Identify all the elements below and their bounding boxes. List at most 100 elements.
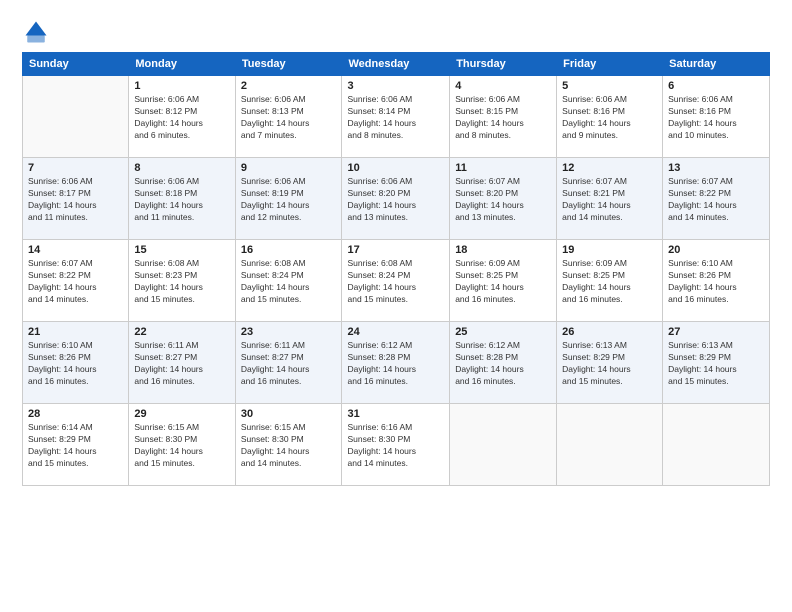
day-number: 22 <box>134 326 229 338</box>
day-info: Sunrise: 6:06 AM Sunset: 8:20 PM Dayligh… <box>347 176 444 224</box>
header <box>22 18 770 46</box>
calendar-cell: 24 Sunrise: 6:12 AM Sunset: 8:28 PM Dayli… <box>342 322 450 404</box>
day-info: Sunrise: 6:11 AM Sunset: 8:27 PM Dayligh… <box>134 340 229 388</box>
day-info: Sunrise: 6:12 AM Sunset: 8:28 PM Dayligh… <box>347 340 444 388</box>
day-info: Sunrise: 6:06 AM Sunset: 8:18 PM Dayligh… <box>134 176 229 224</box>
calendar-cell: 2 Sunrise: 6:06 AM Sunset: 8:13 PM Daylig… <box>235 76 342 158</box>
day-info: Sunrise: 6:11 AM Sunset: 8:27 PM Dayligh… <box>241 340 337 388</box>
day-number: 10 <box>347 162 444 174</box>
calendar-cell: 22 Sunrise: 6:11 AM Sunset: 8:27 PM Dayli… <box>129 322 235 404</box>
calendar-weekday-friday: Friday <box>557 53 663 76</box>
day-info: Sunrise: 6:06 AM Sunset: 8:14 PM Dayligh… <box>347 94 444 142</box>
day-number: 11 <box>455 162 551 174</box>
day-number: 30 <box>241 408 337 420</box>
day-number: 16 <box>241 244 337 256</box>
calendar-header-row: SundayMondayTuesdayWednesdayThursdayFrid… <box>23 53 770 76</box>
day-info: Sunrise: 6:06 AM Sunset: 8:19 PM Dayligh… <box>241 176 337 224</box>
day-number: 17 <box>347 244 444 256</box>
calendar-cell <box>663 404 770 486</box>
day-info: Sunrise: 6:13 AM Sunset: 8:29 PM Dayligh… <box>668 340 764 388</box>
day-info: Sunrise: 6:07 AM Sunset: 8:20 PM Dayligh… <box>455 176 551 224</box>
calendar-cell: 4Sunrise: 6:06 AM Sunset: 8:15 PM Daylig… <box>450 76 557 158</box>
day-number: 14 <box>28 244 123 256</box>
calendar-weekday-thursday: Thursday <box>450 53 557 76</box>
day-number: 26 <box>562 326 657 338</box>
day-info: Sunrise: 6:07 AM Sunset: 8:22 PM Dayligh… <box>28 258 123 306</box>
day-info: Sunrise: 6:06 AM Sunset: 8:12 PM Dayligh… <box>134 94 229 142</box>
day-info: Sunrise: 6:06 AM Sunset: 8:13 PM Dayligh… <box>241 94 337 142</box>
day-info: Sunrise: 6:13 AM Sunset: 8:29 PM Dayligh… <box>562 340 657 388</box>
day-info: Sunrise: 6:06 AM Sunset: 8:16 PM Dayligh… <box>668 94 764 142</box>
day-info: Sunrise: 6:09 AM Sunset: 8:25 PM Dayligh… <box>455 258 551 306</box>
calendar-cell <box>557 404 663 486</box>
calendar-cell: 9 Sunrise: 6:06 AM Sunset: 8:19 PM Daylig… <box>235 158 342 240</box>
calendar-week-row: 28Sunrise: 6:14 AM Sunset: 8:29 PM Dayli… <box>23 404 770 486</box>
calendar-cell: 19 Sunrise: 6:09 AM Sunset: 8:25 PM Dayli… <box>557 240 663 322</box>
day-number: 27 <box>668 326 764 338</box>
day-number: 18 <box>455 244 551 256</box>
calendar-cell <box>23 76 129 158</box>
day-number: 6 <box>668 80 764 92</box>
day-number: 2 <box>241 80 337 92</box>
day-number: 21 <box>28 326 123 338</box>
calendar-cell: 23 Sunrise: 6:11 AM Sunset: 8:27 PM Dayli… <box>235 322 342 404</box>
calendar-weekday-tuesday: Tuesday <box>235 53 342 76</box>
day-number: 15 <box>134 244 229 256</box>
day-number: 19 <box>562 244 657 256</box>
calendar-week-row: 7 Sunrise: 6:06 AM Sunset: 8:17 PM Daylig… <box>23 158 770 240</box>
day-number: 9 <box>241 162 337 174</box>
day-info: Sunrise: 6:09 AM Sunset: 8:25 PM Dayligh… <box>562 258 657 306</box>
calendar-weekday-saturday: Saturday <box>663 53 770 76</box>
day-number: 29 <box>134 408 229 420</box>
calendar-weekday-monday: Monday <box>129 53 235 76</box>
day-number: 12 <box>562 162 657 174</box>
calendar-cell: 10 Sunrise: 6:06 AM Sunset: 8:20 PM Dayli… <box>342 158 450 240</box>
day-info: Sunrise: 6:06 AM Sunset: 8:17 PM Dayligh… <box>28 176 123 224</box>
day-info: Sunrise: 6:10 AM Sunset: 8:26 PM Dayligh… <box>668 258 764 306</box>
calendar-cell: 25Sunrise: 6:12 AM Sunset: 8:28 PM Dayli… <box>450 322 557 404</box>
calendar-cell: 27 Sunrise: 6:13 AM Sunset: 8:29 PM Dayli… <box>663 322 770 404</box>
day-info: Sunrise: 6:10 AM Sunset: 8:26 PM Dayligh… <box>28 340 123 388</box>
day-number: 3 <box>347 80 444 92</box>
day-info: Sunrise: 6:06 AM Sunset: 8:16 PM Dayligh… <box>562 94 657 142</box>
day-number: 8 <box>134 162 229 174</box>
day-info: Sunrise: 6:07 AM Sunset: 8:22 PM Dayligh… <box>668 176 764 224</box>
calendar-cell: 12Sunrise: 6:07 AM Sunset: 8:21 PM Dayli… <box>557 158 663 240</box>
calendar-week-row: 1 Sunrise: 6:06 AM Sunset: 8:12 PM Daylig… <box>23 76 770 158</box>
calendar-cell: 7 Sunrise: 6:06 AM Sunset: 8:17 PM Daylig… <box>23 158 129 240</box>
day-number: 31 <box>347 408 444 420</box>
day-info: Sunrise: 6:08 AM Sunset: 8:24 PM Dayligh… <box>241 258 337 306</box>
calendar-cell: 11 Sunrise: 6:07 AM Sunset: 8:20 PM Dayli… <box>450 158 557 240</box>
calendar-week-row: 14 Sunrise: 6:07 AM Sunset: 8:22 PM Dayli… <box>23 240 770 322</box>
calendar-cell: 28Sunrise: 6:14 AM Sunset: 8:29 PM Dayli… <box>23 404 129 486</box>
logo <box>22 18 54 46</box>
calendar-cell: 16 Sunrise: 6:08 AM Sunset: 8:24 PM Dayli… <box>235 240 342 322</box>
calendar-cell: 17Sunrise: 6:08 AM Sunset: 8:24 PM Dayli… <box>342 240 450 322</box>
day-number: 25 <box>455 326 551 338</box>
calendar-cell: 30 Sunrise: 6:15 AM Sunset: 8:30 PM Dayli… <box>235 404 342 486</box>
day-info: Sunrise: 6:16 AM Sunset: 8:30 PM Dayligh… <box>347 422 444 470</box>
day-number: 7 <box>28 162 123 174</box>
calendar-cell: 13 Sunrise: 6:07 AM Sunset: 8:22 PM Dayli… <box>663 158 770 240</box>
calendar-cell: 29 Sunrise: 6:15 AM Sunset: 8:30 PM Dayli… <box>129 404 235 486</box>
calendar-cell: 18 Sunrise: 6:09 AM Sunset: 8:25 PM Dayli… <box>450 240 557 322</box>
day-number: 13 <box>668 162 764 174</box>
day-info: Sunrise: 6:15 AM Sunset: 8:30 PM Dayligh… <box>134 422 229 470</box>
day-number: 24 <box>347 326 444 338</box>
calendar-weekday-wednesday: Wednesday <box>342 53 450 76</box>
day-info: Sunrise: 6:06 AM Sunset: 8:15 PM Dayligh… <box>455 94 551 142</box>
calendar-cell: 14 Sunrise: 6:07 AM Sunset: 8:22 PM Dayli… <box>23 240 129 322</box>
day-info: Sunrise: 6:15 AM Sunset: 8:30 PM Dayligh… <box>241 422 337 470</box>
calendar-cell <box>450 404 557 486</box>
calendar-cell: 21 Sunrise: 6:10 AM Sunset: 8:26 PM Dayli… <box>23 322 129 404</box>
calendar-cell: 6 Sunrise: 6:06 AM Sunset: 8:16 PM Daylig… <box>663 76 770 158</box>
calendar-cell: 3 Sunrise: 6:06 AM Sunset: 8:14 PM Daylig… <box>342 76 450 158</box>
day-number: 23 <box>241 326 337 338</box>
day-info: Sunrise: 6:08 AM Sunset: 8:23 PM Dayligh… <box>134 258 229 306</box>
day-number: 1 <box>134 80 229 92</box>
calendar-weekday-sunday: Sunday <box>23 53 129 76</box>
page: SundayMondayTuesdayWednesdayThursdayFrid… <box>0 0 792 612</box>
day-info: Sunrise: 6:14 AM Sunset: 8:29 PM Dayligh… <box>28 422 123 470</box>
calendar-cell: 26 Sunrise: 6:13 AM Sunset: 8:29 PM Dayli… <box>557 322 663 404</box>
calendar-cell: 20Sunrise: 6:10 AM Sunset: 8:26 PM Dayli… <box>663 240 770 322</box>
